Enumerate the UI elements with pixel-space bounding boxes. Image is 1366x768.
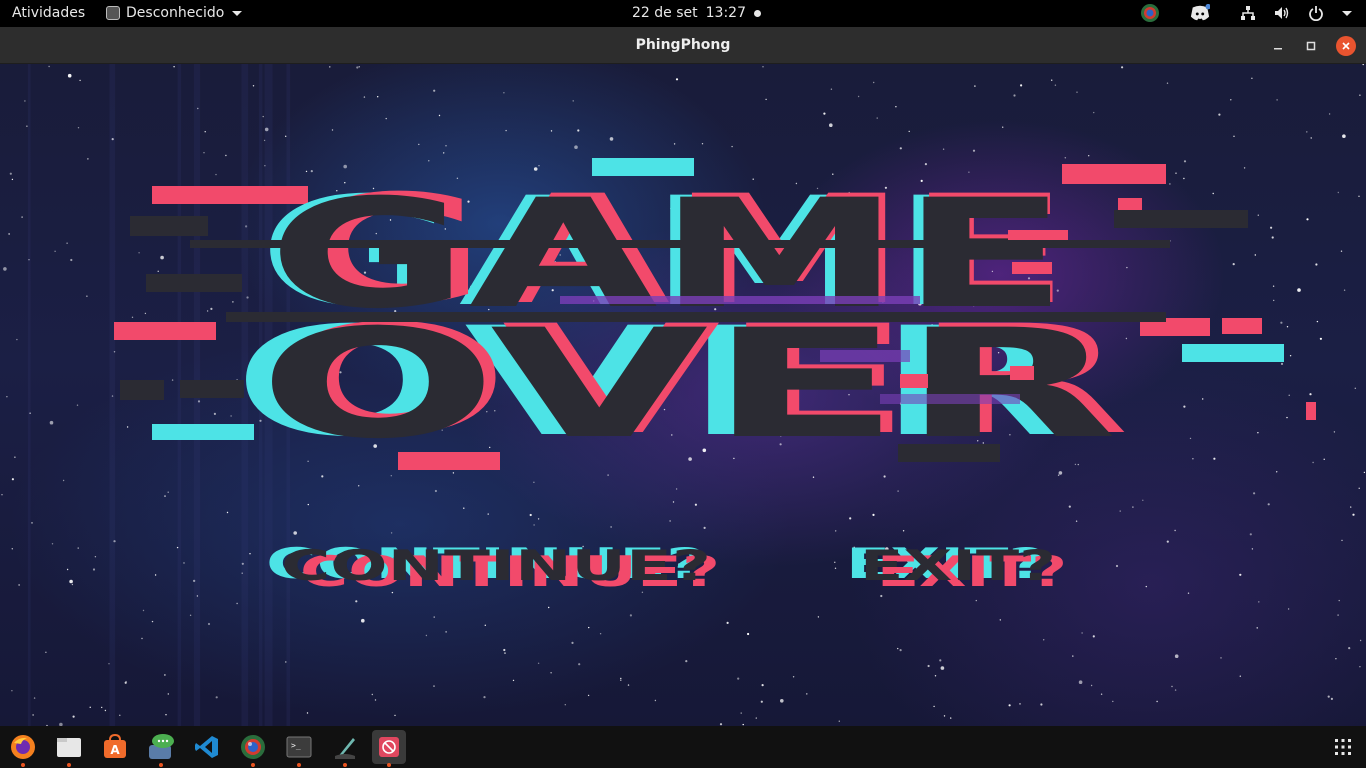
- running-indicator: [297, 763, 301, 767]
- window-title-bar[interactable]: PhingPhong: [0, 27, 1366, 64]
- clock-time: 13:27: [705, 5, 746, 21]
- phingphong-icon[interactable]: [372, 730, 406, 767]
- exit-label-dark: EXIT?: [860, 541, 1056, 590]
- terminal-icon[interactable]: >_: [282, 730, 316, 767]
- app-icon: [106, 6, 120, 20]
- caret-down-icon: [232, 10, 243, 16]
- running-indicator: [67, 763, 71, 767]
- colored-orb-icon[interactable]: [236, 730, 270, 767]
- running-indicator: [343, 763, 347, 767]
- headline-line2-dark: OVER: [258, 298, 1118, 472]
- show-applications-icon[interactable]: [1326, 730, 1360, 764]
- firefox-icon[interactable]: [6, 730, 40, 767]
- app-menu-label: Desconhecido: [126, 5, 225, 21]
- notification-dot-icon: [753, 9, 761, 17]
- app-menu[interactable]: Desconhecido: [106, 5, 243, 21]
- clock-date: 22 de set: [632, 5, 698, 21]
- svg-text:A: A: [110, 743, 120, 757]
- clock[interactable]: 22 de set 13:27: [632, 5, 761, 21]
- game-over-screen: GAME GAME GAME OVER OVER OVER CONTINUE? …: [114, 158, 1316, 596]
- software-center-icon[interactable]: A: [98, 730, 132, 764]
- files-icon[interactable]: [52, 730, 86, 767]
- minimize-icon[interactable]: [1268, 36, 1288, 56]
- continue-button[interactable]: CONTINUE? CONTINUE? CONTINUE?: [266, 539, 720, 596]
- svg-text:>_: >_: [291, 741, 301, 750]
- exit-button[interactable]: EXIT? EXIT? EXIT?: [846, 539, 1067, 596]
- system-menu-caret-icon[interactable]: [1342, 10, 1352, 16]
- inkscape-icon[interactable]: [328, 730, 362, 767]
- dock: A >_: [0, 726, 1366, 768]
- running-indicator: [21, 763, 25, 767]
- running-indicator: [251, 763, 255, 767]
- game-canvas[interactable]: GAME GAME GAME OVER OVER OVER CONTINUE? …: [0, 64, 1366, 726]
- system-tray: [1140, 3, 1352, 23]
- power-icon[interactable]: [1306, 3, 1326, 23]
- volume-icon[interactable]: [1272, 3, 1292, 23]
- maximize-icon[interactable]: [1301, 36, 1321, 56]
- continue-label-dark: CONTINUE?: [281, 541, 711, 590]
- discord-icon[interactable]: [1190, 3, 1210, 23]
- activities-button[interactable]: Atividades: [12, 5, 85, 21]
- window-title: PhingPhong: [635, 37, 731, 53]
- colored-orb-tray-icon[interactable]: [1140, 3, 1160, 23]
- network-icon[interactable]: [1238, 3, 1258, 23]
- messaging-icon[interactable]: [144, 730, 178, 767]
- vscode-icon[interactable]: [190, 730, 224, 764]
- close-icon[interactable]: [1336, 36, 1356, 56]
- top-bar: Atividades Desconhecido 22 de set 13:27: [0, 0, 1366, 27]
- running-indicator: [159, 763, 163, 767]
- running-indicator: [387, 763, 391, 767]
